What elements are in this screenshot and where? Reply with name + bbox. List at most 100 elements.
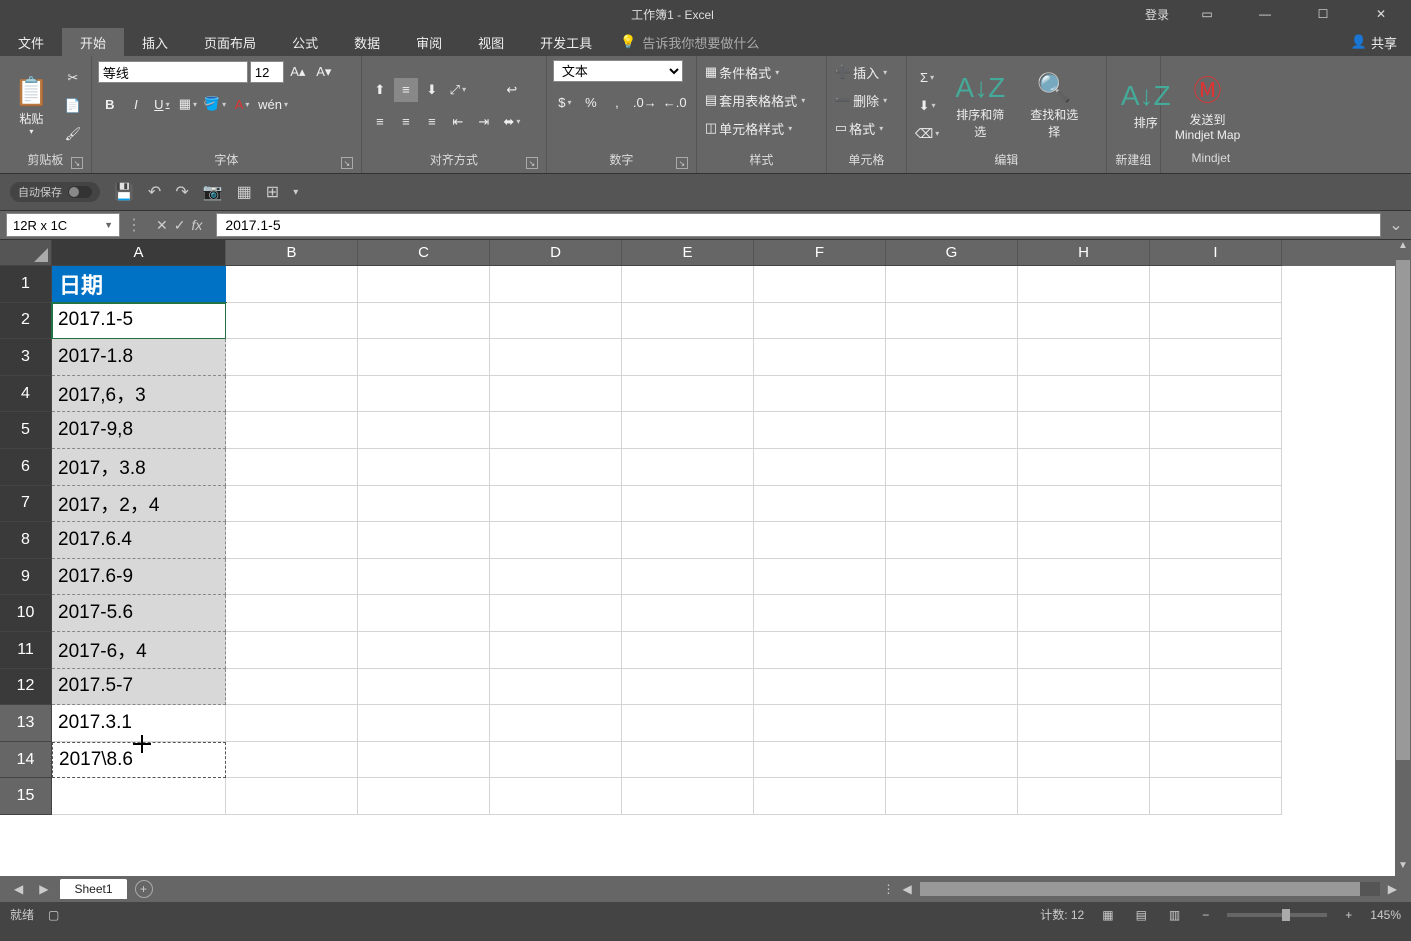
cell-H13[interactable] <box>1018 705 1150 742</box>
font-name-input[interactable] <box>98 61 248 83</box>
cell-C4[interactable] <box>358 376 490 413</box>
cell-I5[interactable] <box>1150 412 1282 449</box>
cell-C3[interactable] <box>358 339 490 376</box>
cell-B8[interactable] <box>226 522 358 559</box>
cell-G7[interactable] <box>886 486 1018 523</box>
cell-I1[interactable] <box>1150 266 1282 303</box>
cell-D13[interactable] <box>490 705 622 742</box>
tab-pagelayout[interactable]: 页面布局 <box>186 28 274 56</box>
paste-button[interactable]: 📋 粘贴 ▾ <box>6 61 57 151</box>
cell-D3[interactable] <box>490 339 622 376</box>
select-all-corner[interactable] <box>0 240 52 266</box>
cell-I3[interactable] <box>1150 339 1282 376</box>
cell-G14[interactable] <box>886 742 1018 779</box>
col-header-a[interactable]: A <box>52 240 226 266</box>
tell-me-box[interactable]: 💡 告诉我你想要做什么 <box>620 28 1337 56</box>
cell-I12[interactable] <box>1150 669 1282 706</box>
cell-E6[interactable] <box>622 449 754 486</box>
autosave-toggle[interactable]: 自动保存 <box>10 182 100 202</box>
cell-E11[interactable] <box>622 632 754 669</box>
cell-F4[interactable] <box>754 376 886 413</box>
italic-button[interactable]: I <box>124 92 148 116</box>
cell-D6[interactable] <box>490 449 622 486</box>
split-handle[interactable]: ⋮ <box>883 882 895 896</box>
qat-btn-2[interactable]: ⊞ <box>266 182 279 202</box>
align-top-button[interactable]: ⬆ <box>368 78 392 102</box>
formula-bar-expand[interactable]: ⌄ <box>1387 215 1405 235</box>
cell-D15[interactable] <box>490 778 622 815</box>
align-center-button[interactable]: ≡ <box>394 110 418 134</box>
cell-H11[interactable] <box>1018 632 1150 669</box>
cell-I10[interactable] <box>1150 595 1282 632</box>
wrap-text-button[interactable]: ↩ <box>500 78 524 102</box>
cell-G6[interactable] <box>886 449 1018 486</box>
cell-G4[interactable] <box>886 376 1018 413</box>
cell-B5[interactable] <box>226 412 358 449</box>
tab-developer[interactable]: 开发工具 <box>522 28 610 56</box>
cell-F14[interactable] <box>754 742 886 779</box>
login-link[interactable]: 登录 <box>1145 6 1169 23</box>
cell-A13[interactable]: 2017.3.1 <box>52 705 226 742</box>
cell-F15[interactable] <box>754 778 886 815</box>
cell-E4[interactable] <box>622 376 754 413</box>
cell-E9[interactable] <box>622 559 754 596</box>
format-as-table-button[interactable]: ▤套用表格格式 <box>703 88 807 112</box>
conditional-format-button[interactable]: ▦条件格式 <box>703 60 781 84</box>
clear-button[interactable]: ⌫ <box>913 122 941 146</box>
hscroll-right[interactable]: ▶ <box>1384 882 1401 896</box>
comma-button[interactable]: , <box>605 90 629 114</box>
cell-H12[interactable] <box>1018 669 1150 706</box>
cell-G1[interactable] <box>886 266 1018 303</box>
cell-C9[interactable] <box>358 559 490 596</box>
row-header-13[interactable]: 13 <box>0 705 52 742</box>
cell-D12[interactable] <box>490 669 622 706</box>
cell-B14[interactable] <box>226 742 358 779</box>
cell-I7[interactable] <box>1150 486 1282 523</box>
qat-btn-1[interactable]: ▦ <box>237 182 252 202</box>
cell-I6[interactable] <box>1150 449 1282 486</box>
cell-E8[interactable] <box>622 522 754 559</box>
cell-I11[interactable] <box>1150 632 1282 669</box>
scrollbar-thumb[interactable] <box>1396 260 1410 760</box>
cell-C2[interactable] <box>358 303 490 340</box>
cell-A5[interactable]: 2017-9,8 <box>52 412 226 449</box>
increase-decimal-button[interactable]: .0→ <box>631 90 659 114</box>
cell-C15[interactable] <box>358 778 490 815</box>
add-sheet-button[interactable]: + <box>135 880 153 898</box>
close-button[interactable]: ✕ <box>1361 0 1401 28</box>
align-left-button[interactable]: ≡ <box>368 110 392 134</box>
row-header-10[interactable]: 10 <box>0 595 52 632</box>
cut-button[interactable]: ✂ <box>61 66 85 90</box>
format-cells-button[interactable]: ▭格式 <box>833 116 885 140</box>
phonetic-button[interactable]: wén <box>256 92 290 116</box>
row-header-6[interactable]: 6 <box>0 449 52 486</box>
cell-H1[interactable] <box>1018 266 1150 303</box>
indent-increase-button[interactable]: ⇥ <box>472 110 496 134</box>
cell-E7[interactable] <box>622 486 754 523</box>
accounting-format-button[interactable]: $ <box>553 90 577 114</box>
cell-A15[interactable] <box>52 778 226 815</box>
cell-B2[interactable] <box>226 303 358 340</box>
cell-G5[interactable] <box>886 412 1018 449</box>
cell-D10[interactable] <box>490 595 622 632</box>
cell-C11[interactable] <box>358 632 490 669</box>
cell-B10[interactable] <box>226 595 358 632</box>
cell-D4[interactable] <box>490 376 622 413</box>
cell-A1[interactable]: 日期 <box>52 266 226 303</box>
cell-I9[interactable] <box>1150 559 1282 596</box>
cell-I2[interactable] <box>1150 303 1282 340</box>
cell-F2[interactable] <box>754 303 886 340</box>
cell-A9[interactable]: 2017.6-9 <box>52 559 226 596</box>
cell-H5[interactable] <box>1018 412 1150 449</box>
cell-H8[interactable] <box>1018 522 1150 559</box>
cell-A4[interactable]: 2017,6，3 <box>52 376 226 413</box>
col-header-g[interactable]: G <box>886 240 1018 266</box>
font-launcher[interactable]: ↘ <box>341 157 353 169</box>
col-header-i[interactable]: I <box>1150 240 1282 266</box>
cell-A3[interactable]: 2017-1.8 <box>52 339 226 376</box>
borders-button[interactable]: ▦ <box>176 92 200 116</box>
cell-A10[interactable]: 2017-5.6 <box>52 595 226 632</box>
col-header-d[interactable]: D <box>490 240 622 266</box>
col-header-f[interactable]: F <box>754 240 886 266</box>
cell-H14[interactable] <box>1018 742 1150 779</box>
